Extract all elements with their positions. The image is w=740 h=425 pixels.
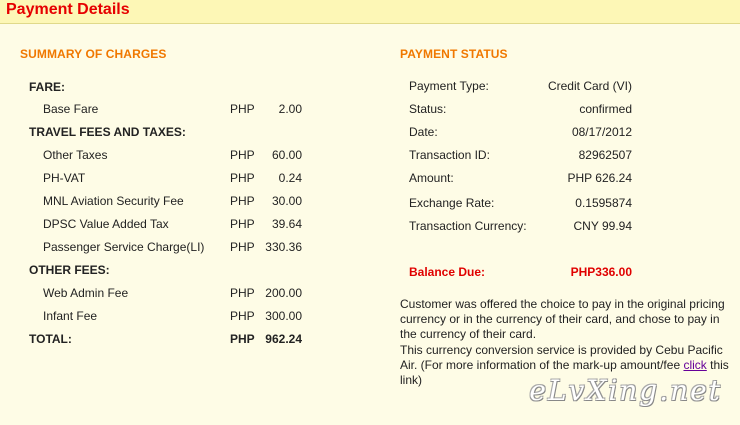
charge-amount: 330.36 <box>265 240 302 254</box>
payment-status-title: PAYMENT STATUS <box>400 47 508 61</box>
exchange-rate-label: Exchange Rate: <box>409 196 495 210</box>
charge-amount: 39.64 <box>271 217 302 231</box>
transaction-currency-value: CNY 99.94 <box>573 219 632 233</box>
charge-amount: 200.00 <box>265 286 302 300</box>
balance-due-value: PHP336.00 <box>570 265 632 279</box>
charge-label: DPSC Value Added Tax <box>43 217 169 231</box>
status-value: confirmed <box>579 102 632 116</box>
total-label: TOTAL: <box>29 332 72 346</box>
charge-amount: 2.00 <box>278 102 302 116</box>
transaction-id-value: 82962507 <box>578 148 632 162</box>
header-bar: Payment Details <box>0 0 740 24</box>
amount-label: Amount: <box>409 171 454 185</box>
charge-label: PH-VAT <box>43 171 86 185</box>
amount-value: PHP 626.24 <box>567 171 633 185</box>
charge-label: Passenger Service Charge(LI) <box>43 240 205 254</box>
note-text: This currency conversion service is prov… <box>400 342 723 372</box>
date-value: 08/17/2012 <box>571 125 632 139</box>
balance-due-label: Balance Due: <box>409 265 486 279</box>
page-title: Payment Details <box>6 1 130 18</box>
payment-type-label: Payment Type: <box>409 79 489 93</box>
charge-amount: 0.24 <box>278 171 302 185</box>
payment-type-value: Credit Card (VI) <box>547 79 632 93</box>
note-paragraph-1: Customer was offered the choice to pay i… <box>400 297 725 342</box>
status-label: Status: <box>409 102 447 116</box>
charge-amount: 60.00 <box>271 148 302 162</box>
total-amount: 962.24 <box>265 332 302 346</box>
fare-heading: FARE: <box>29 80 65 94</box>
other-fees-heading: OTHER FEES: <box>29 263 110 277</box>
exchange-rate-value: 0.1595874 <box>575 196 632 210</box>
charge-label: Base Fare <box>43 102 99 116</box>
transaction-id-label: Transaction ID: <box>409 148 490 162</box>
charge-label: Web Admin Fee <box>43 286 129 300</box>
charge-amount: 300.00 <box>265 309 302 323</box>
charge-amount: 30.00 <box>271 194 302 208</box>
summary-section-title: SUMMARY OF CHARGES <box>20 47 167 61</box>
charge-label: Other Taxes <box>43 148 108 162</box>
charge-label: MNL Aviation Security Fee <box>43 194 184 208</box>
taxes-heading: TRAVEL FEES AND TAXES: <box>29 125 186 139</box>
watermark-logo: eLvXing.net <box>529 374 722 407</box>
charge-label: Infant Fee <box>43 309 98 323</box>
click-link[interactable]: click <box>683 358 706 372</box>
date-label: Date: <box>409 125 438 139</box>
